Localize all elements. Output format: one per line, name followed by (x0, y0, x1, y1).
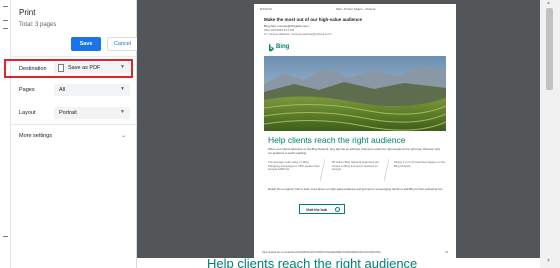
divider (319, 159, 326, 181)
page-count: Total: 3 pages (19, 22, 57, 28)
save-button[interactable]: Save (71, 37, 101, 51)
email-heading: Help clients reach the right audience (268, 135, 406, 145)
stat-text: 58 million Bing Network searchers are un… (332, 160, 380, 171)
divider (11, 124, 137, 125)
divider (3, 28, 8, 29)
more-settings-toggle[interactable]: More settings (19, 133, 52, 139)
arrow-circle-icon (335, 207, 340, 212)
stat-text: The average order value on Bing Shopping… (268, 160, 320, 171)
scroll-thumb[interactable] (546, 8, 553, 90)
chevron-down-icon[interactable]: ⌄ (121, 132, 126, 139)
page-date: 8/1/2019 (260, 7, 272, 11)
scroll-down-icon[interactable]: ▼ (546, 258, 551, 264)
bing-logo-text: Bing (276, 44, 290, 50)
page-url: https://outlook.live.com/mail/inbox/id/A… (262, 252, 381, 254)
email-to: To: contoso Webinar <contoso-webinar@out… (264, 32, 332, 36)
layout-select[interactable]: Portrait ▼ (54, 107, 130, 119)
divider (11, 56, 137, 57)
underlying-page: Help clients reach the right audience (137, 258, 540, 268)
pages-select[interactable]: All ▼ (54, 84, 130, 96)
print-panel: Print Total: 3 pages Save Cancel Destina… (11, 0, 138, 268)
stat-text: Nearly 1 in 3 US searches happen on the … (394, 160, 446, 168)
bing-logo-icon (269, 44, 274, 52)
preview-page: 8/1/2019 Mail - Printer Shape - Outlook … (254, 4, 456, 262)
email-body: When your clients advertise on the Bing … (268, 147, 440, 155)
print-preview[interactable]: 8/1/2019 Mail - Printer Shape - Outlook … (137, 0, 540, 262)
divider (383, 159, 390, 181)
page-number: 1/3 (444, 252, 448, 254)
layout-label: Layout (19, 110, 36, 116)
email-headline: Make the most out of our high-value audi… (264, 17, 363, 22)
chevron-down-icon: ▼ (120, 109, 125, 115)
visit-hub-label: Visit the hub (306, 208, 327, 212)
destination-highlight-box (4, 59, 133, 78)
scrollbar[interactable]: ▲ ▼ (540, 0, 560, 268)
pages-label: Pages (19, 87, 35, 93)
cancel-button[interactable]: Cancel (107, 37, 138, 51)
chevron-down-icon: ▼ (120, 86, 125, 92)
email-footer-text: Reach bit our agency hub to learn more a… (268, 187, 443, 191)
page-app-header: Mail - Printer Shape - Outlook (336, 7, 376, 11)
divider (3, 20, 8, 21)
background-page-edge (0, 0, 11, 268)
scroll-up-icon[interactable]: ▲ (546, 0, 551, 6)
divider (3, 6, 8, 7)
hero-landscape-image (264, 56, 446, 131)
divider (3, 236, 8, 237)
visit-hub-button[interactable]: Visit the hub (299, 204, 345, 214)
pages-value: All (59, 87, 66, 93)
layout-value: Portrait (59, 110, 77, 116)
underlying-heading: Help clients reach the right audience (207, 258, 418, 268)
print-title: Print (19, 8, 36, 17)
